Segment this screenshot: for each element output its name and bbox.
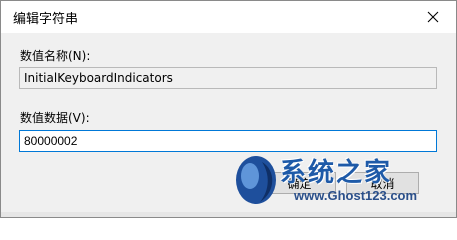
edit-string-dialog: 编辑字符串 数值名称(N): InitialKeyboardIndicators…	[0, 0, 457, 218]
dialog-body: 数值名称(N): InitialKeyboardIndicators 数值数据(…	[1, 33, 456, 217]
title-bar: 编辑字符串	[1, 1, 456, 33]
value-name-label: 数值名称(N):	[20, 49, 91, 63]
value-name-field: InitialKeyboardIndicators	[19, 67, 437, 89]
value-data-input[interactable]	[19, 130, 437, 152]
close-button[interactable]	[410, 1, 456, 33]
value-data-label: 数值数据(V):	[20, 111, 90, 125]
ok-button[interactable]: 确定	[263, 172, 336, 194]
dialog-title: 编辑字符串	[13, 12, 79, 27]
bottom-strip	[1, 212, 456, 217]
close-icon	[427, 11, 439, 23]
cancel-button[interactable]: 取消	[346, 172, 419, 194]
